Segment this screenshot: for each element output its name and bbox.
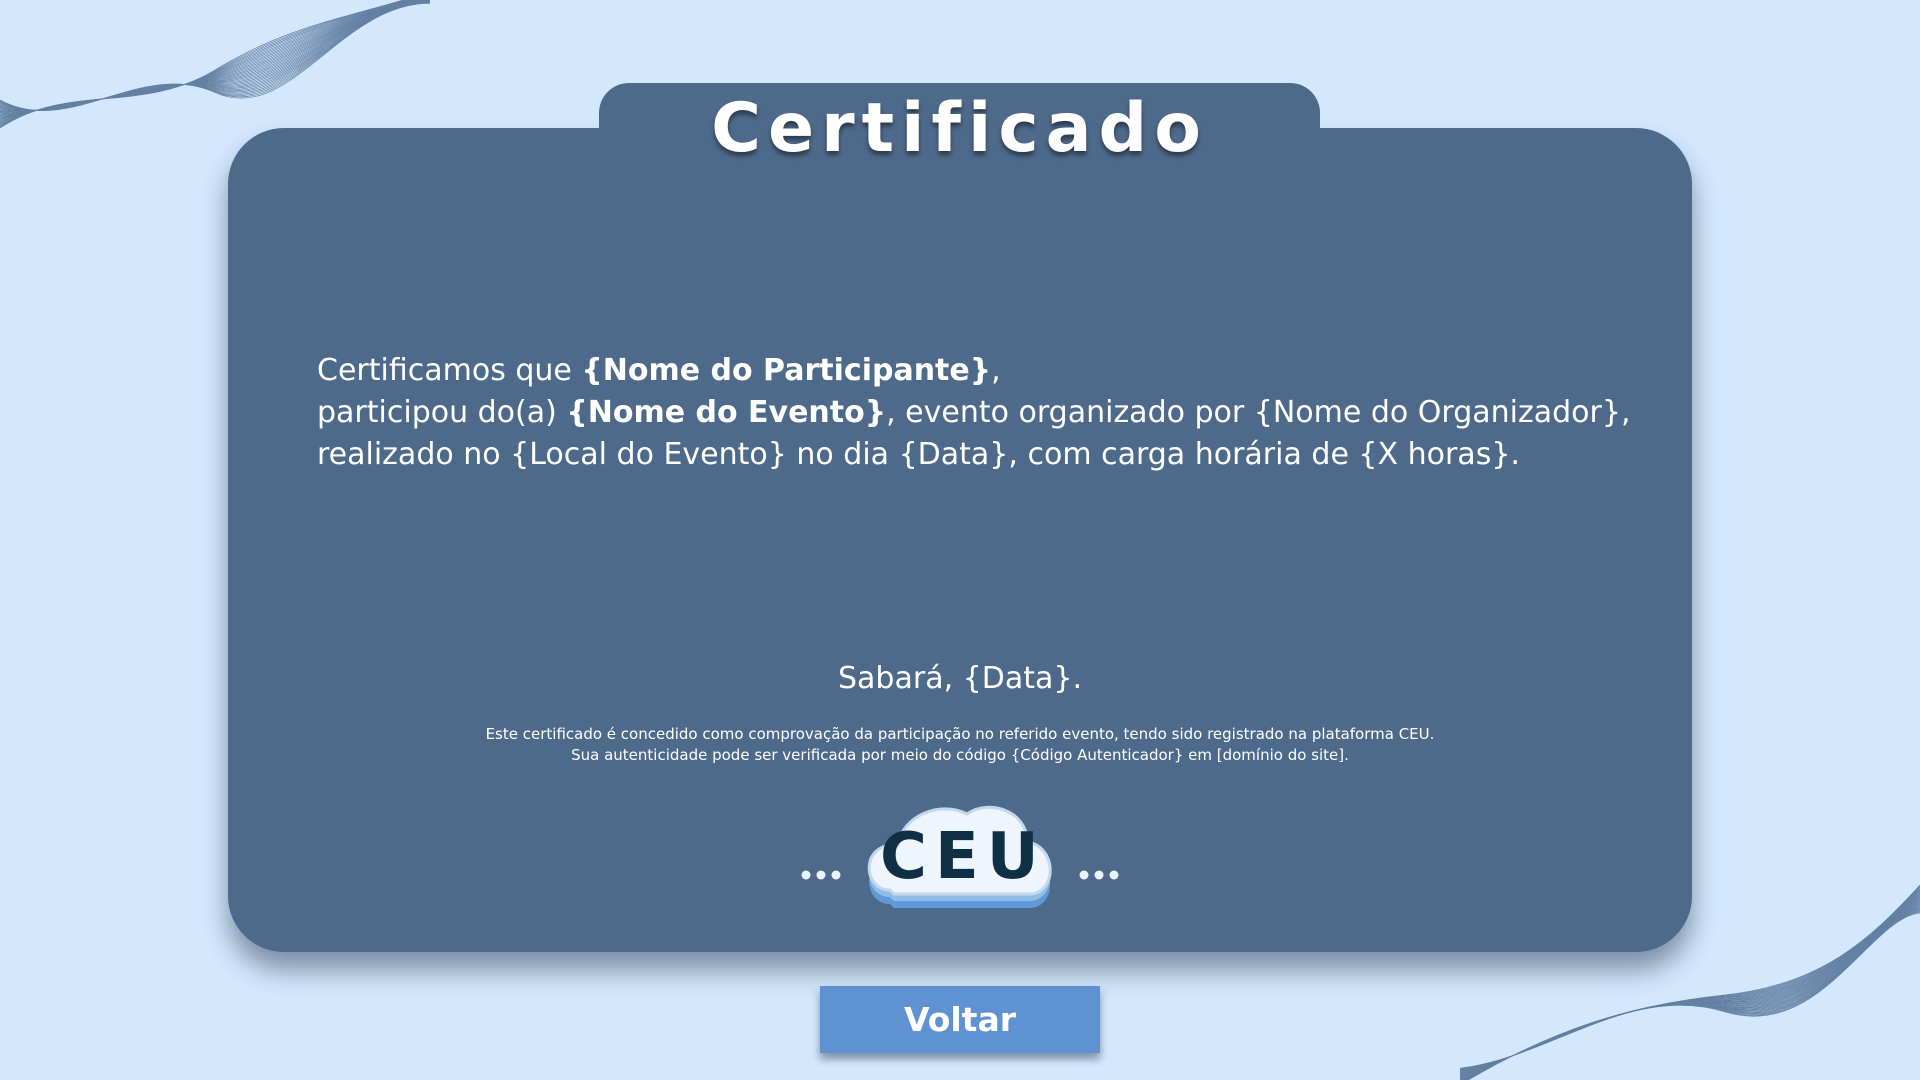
certificate-line-2: participou do(a) {Nome do Evento}, event…	[317, 395, 1631, 430]
back-button[interactable]: Voltar	[820, 986, 1100, 1053]
place-and-date: Sabará, {Data}.	[838, 661, 1082, 696]
ceu-cloud-logo: CEU	[790, 790, 1130, 945]
participant-name: {Nome do Participante}	[581, 353, 992, 388]
certificate-body: Certificamos que {Nome do Participante},…	[317, 350, 1630, 476]
event-name: {Nome do Evento}	[566, 395, 887, 430]
footnote-line-2: Sua autenticidade pode ser verificada po…	[571, 746, 1349, 764]
certificate-footnote: Este certificado é concedido como compro…	[360, 724, 1560, 766]
ceu-logo-text: CEU	[880, 820, 1047, 894]
certificate-title: Certificado	[711, 89, 1208, 168]
certificate-line-3: realizado no {Local do Evento} no dia {D…	[317, 437, 1520, 472]
footnote-line-1: Este certificado é concedido como compro…	[485, 725, 1435, 743]
certificate-line-1: Certificamos que {Nome do Participante},	[317, 353, 1001, 388]
